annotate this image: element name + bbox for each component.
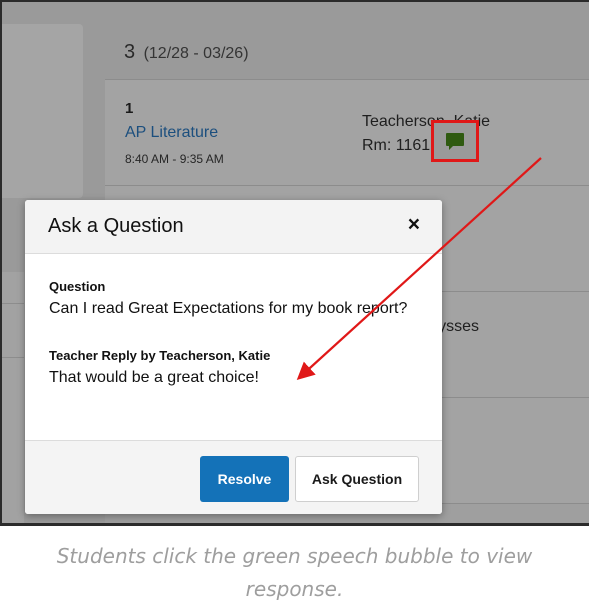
left-panel-lower [2, 272, 24, 523]
term-dates: (12/28 - 03/26) [143, 45, 249, 62]
close-icon[interactable]: × [408, 214, 420, 235]
speech-bubble-icon [446, 133, 464, 150]
modal-footer: Resolve Ask Question [25, 440, 442, 514]
page: 3 (12/28 - 03/26) 1 AP Literature 8:40 A… [0, 0, 589, 616]
question-text: Can I read Great Expectations for my boo… [49, 300, 408, 317]
modal-title: Ask a Question [48, 215, 184, 237]
period-number: 1 [125, 100, 134, 117]
course-link[interactable]: AP Literature [125, 124, 218, 142]
course-row[interactable]: 1 AP Literature 8:40 AM - 9:35 AM Teache… [105, 80, 589, 186]
image-caption: Students click the green speech bubble t… [56, 544, 533, 601]
screenshot-frame: 3 (12/28 - 03/26) 1 AP Literature 8:40 A… [0, 0, 589, 526]
resolve-button[interactable]: Resolve [200, 456, 289, 502]
question-label: Question [49, 279, 106, 294]
modal-header: Ask a Question × [25, 200, 442, 254]
reply-text: That would be a great choice! [49, 369, 259, 386]
term-header: 3 (12/28 - 03/26) [105, 24, 589, 80]
speech-bubble-button[interactable] [431, 120, 479, 162]
left-panel [2, 24, 83, 198]
course-time: 8:40 AM - 9:35 AM [125, 152, 224, 166]
ask-question-modal: Ask a Question × Question Can I read Gre… [25, 200, 442, 514]
room-number: Rm: 1161 [362, 137, 431, 154]
reply-label: Teacher Reply by Teacherson, Katie [49, 348, 271, 363]
modal-body: Question Can I read Great Expectations f… [25, 254, 442, 440]
ask-question-button[interactable]: Ask Question [295, 456, 419, 502]
term-number: 3 [124, 41, 136, 63]
